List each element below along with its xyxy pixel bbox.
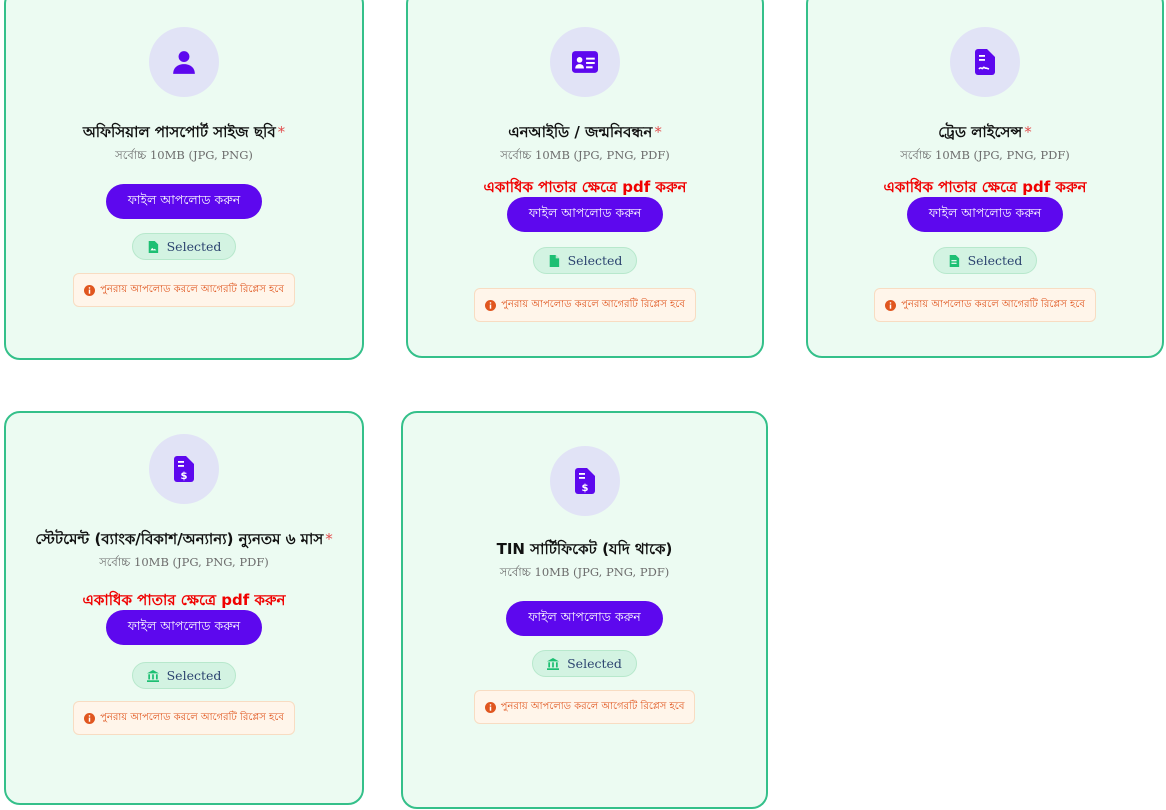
info-icon bbox=[84, 284, 96, 296]
user-icon bbox=[173, 51, 195, 74]
selected-badge: Selected bbox=[532, 650, 637, 677]
card-title: ট্রেড লাইসেন্স * bbox=[938, 123, 1032, 141]
required-mark: * bbox=[277, 123, 286, 141]
size-hint: সর্বোচ্চ 10MB (JPG, PNG, PDF) bbox=[500, 148, 670, 162]
file-alt-icon bbox=[949, 254, 959, 267]
required-mark: * bbox=[325, 530, 333, 548]
info-icon bbox=[485, 299, 497, 311]
card-title: এনআইডি / জন্মনিবন্ধন * bbox=[508, 123, 662, 141]
replace-warning: পুনরায় আপলোড করলে আগেরটি রিপ্লেস হবে bbox=[73, 273, 295, 307]
multi-page-note: একাধিক পাতার ক্ষেত্রে pdf করুন bbox=[82, 591, 286, 609]
selected-badge: Selected bbox=[532, 247, 638, 274]
bank-icon bbox=[146, 669, 159, 682]
multi-page-note: একাধিক পাতার ক্ষেত্রে pdf করুন bbox=[483, 178, 687, 196]
upload-card-tin-certificate: $ TIN সার্টিফিকেট (যদি থাকে) সর্বোচ্চ 10… bbox=[401, 411, 768, 809]
file-image-icon bbox=[148, 240, 158, 253]
replace-warning: পুনরায় আপলোড করলে আগেরটি রিপ্লেস হবে bbox=[874, 288, 1096, 322]
selected-badge: Selected bbox=[131, 662, 237, 689]
replace-warning: পুনরায় আপলোড করলে আগেরটি রিপ্লেস হবে bbox=[474, 288, 696, 322]
card-title: TIN সার্টিফিকেট (যদি থাকে) bbox=[496, 540, 673, 558]
svg-text:$: $ bbox=[581, 483, 588, 494]
upload-button[interactable]: ফাইল আপলোড করুন bbox=[506, 197, 664, 232]
size-hint: সর্বোচ্চ 10MB (JPG, PNG, PDF) bbox=[499, 565, 670, 579]
card-title: অফিসিয়াল পাসপোর্ট সাইজ ছবি * bbox=[82, 123, 286, 141]
svg-text:$: $ bbox=[181, 471, 188, 482]
avatar-circle: $ bbox=[149, 434, 219, 504]
selected-badge: Selected bbox=[932, 247, 1038, 274]
size-hint: সর্বোচ্চ 10MB (JPG, PNG, PDF) bbox=[99, 555, 269, 569]
avatar-circle: $ bbox=[549, 446, 620, 516]
file-invoice-dollar-icon: $ bbox=[174, 456, 194, 482]
file-icon bbox=[549, 254, 559, 267]
info-icon bbox=[885, 299, 897, 311]
selected-badge: Selected bbox=[131, 233, 237, 260]
required-mark: * bbox=[654, 123, 662, 141]
replace-warning: পুনরায় আপলোড করলে আগেরটি রিপ্লেস হবে bbox=[473, 690, 696, 724]
upload-card-passport-photo: অফিসিয়াল পাসপোর্ট সাইজ ছবি * সর্বোচ্চ 10… bbox=[4, 0, 364, 360]
upload-card-trade-license: ট্রেড লাইসেন্স * সর্বোচ্চ 10MB (JPG, PNG,… bbox=[806, 0, 1164, 358]
card-title: স্টেটমেন্ট (ব্যাংক/বিকাশ/অন্যান্য) ন্যুন… bbox=[35, 530, 333, 548]
avatar-circle bbox=[950, 27, 1020, 97]
upload-card-nid: এনআইডি / জন্মনিবন্ধন * সর্বোচ্চ 10MB (JPG… bbox=[406, 0, 764, 358]
replace-warning: পুনরায় আপলোড করলে আগেরটি রিপ্লেস হবে bbox=[73, 701, 295, 735]
bank-icon bbox=[547, 657, 560, 670]
upload-button[interactable]: ফাইল আপলোড করুন bbox=[105, 610, 263, 645]
upload-button[interactable]: ফাইল আপলোড করুন bbox=[506, 601, 663, 636]
size-hint: সর্বোচ্চ 10MB (JPG, PNG, PDF) bbox=[900, 148, 1070, 162]
multi-page-note: একাধিক পাতার ক্ষেত্রে pdf করুন bbox=[883, 178, 1087, 196]
file-contract-icon bbox=[975, 49, 995, 75]
upload-card-bank-statement: $ স্টেটমেন্ট (ব্যাংক/বিকাশ/অন্যান্য) ন্য… bbox=[4, 411, 364, 805]
upload-button[interactable]: ফাইল আপলোড করুন bbox=[105, 184, 263, 219]
avatar-circle bbox=[550, 27, 620, 97]
info-icon bbox=[84, 712, 96, 724]
id-card-icon bbox=[572, 51, 598, 73]
size-hint: সর্বোচ্চ 10MB (JPG, PNG) bbox=[115, 148, 253, 162]
file-invoice-dollar-icon: $ bbox=[574, 468, 595, 494]
avatar-circle bbox=[149, 27, 219, 97]
info-icon bbox=[484, 701, 496, 713]
required-mark: * bbox=[1024, 123, 1032, 141]
upload-button[interactable]: ফাইল আপলোড করুন bbox=[906, 197, 1064, 232]
